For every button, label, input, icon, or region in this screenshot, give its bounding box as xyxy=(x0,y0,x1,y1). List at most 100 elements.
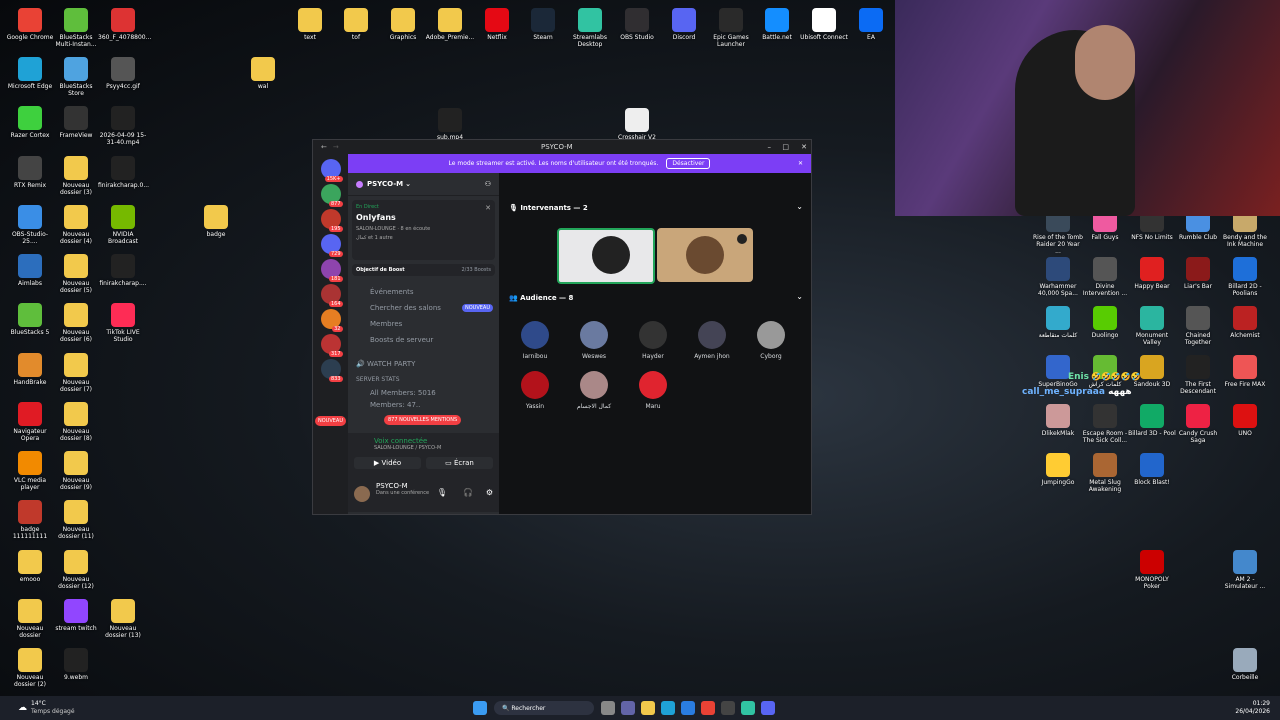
search-box[interactable]: 🔍 Rechercher xyxy=(494,701,594,715)
mic-icon[interactable]: 🎙 xyxy=(437,488,447,497)
top-icon-11[interactable]: Ubisoft Connect xyxy=(799,8,849,41)
top-icon-13[interactable]: sub.mp4 xyxy=(425,108,475,141)
right-icon-19[interactable]: Free Fire MAX xyxy=(1220,355,1270,388)
right-icon-25[interactable]: JumpingGo xyxy=(1033,453,1083,486)
audience-header[interactable]: 👥 Audience — 8 xyxy=(509,294,573,302)
chrome-icon[interactable] xyxy=(701,701,715,715)
watch-party-channel[interactable]: 🔊 WATCH PARTY xyxy=(348,356,499,372)
screen-share-button[interactable]: ▭ Écran xyxy=(426,457,493,469)
teams-icon[interactable] xyxy=(621,701,635,715)
avatar[interactable] xyxy=(354,486,370,502)
top-icon-12[interactable]: EA xyxy=(846,8,896,41)
guild-icon-1[interactable]: 877 xyxy=(320,184,343,207)
top-icon-0[interactable]: text xyxy=(285,8,335,41)
menu-events[interactable]: Événements xyxy=(348,284,499,300)
speaker-tile-1[interactable] xyxy=(557,228,655,284)
all-members-channel[interactable]: All Members: 5016 xyxy=(348,387,499,399)
audience-avatar[interactable] xyxy=(580,371,608,399)
left-icon-2[interactable]: 360_F_4078800... xyxy=(98,8,151,41)
guild-icon-0[interactable]: 15K+ xyxy=(320,159,343,182)
left-icon-7[interactable]: Razer Cortex xyxy=(5,106,55,139)
left-icon-11[interactable]: Nouveau dossier (3) xyxy=(51,156,101,196)
right-icon-27[interactable]: Block Blast! xyxy=(1127,453,1177,486)
left-icon-13[interactable]: OBS-Studio-25.... xyxy=(5,205,55,245)
left-icon-28[interactable]: Nouveau dossier (9) xyxy=(51,451,101,491)
nouveau-pill[interactable]: NOUVEAU xyxy=(315,416,346,426)
left-icon-3[interactable]: Microsoft Edge xyxy=(5,57,55,90)
clock-date[interactable]: 26/04/2026 xyxy=(1235,708,1270,716)
left-icon-0[interactable]: Google Chrome xyxy=(5,8,55,41)
left-icon-24[interactable]: Nouveau dossier (7) xyxy=(51,353,101,393)
right-icon-24[interactable]: UNO xyxy=(1220,404,1270,437)
left-icon-1[interactable]: BlueStacks Multi-Instan... xyxy=(51,8,101,48)
left-icon-27[interactable]: VLC media player xyxy=(5,451,55,491)
left-icon-36[interactable]: Nouveau dossier (2) xyxy=(5,648,55,688)
speaker-tile-2[interactable] xyxy=(657,228,753,282)
menu-server-boosts[interactable]: Boosts de serveur xyxy=(348,332,499,348)
top-icon-7[interactable]: OBS Studio xyxy=(612,8,662,41)
right-icon-28[interactable]: MONOPOLY Poker xyxy=(1127,550,1177,590)
top-icon-10[interactable]: Battle.net xyxy=(752,8,802,41)
left-icon-26[interactable]: Nouveau dossier (8) xyxy=(51,402,101,442)
top-icon-1[interactable]: tof xyxy=(331,8,381,41)
right-icon-22[interactable]: Billard 3D - Pool xyxy=(1127,404,1177,437)
left-icon-5[interactable]: Psyy4cc.gif xyxy=(98,57,148,90)
left-icon-15[interactable]: NVIDIA Broadcast xyxy=(98,205,148,245)
audience-avatar[interactable] xyxy=(639,371,667,399)
video-button[interactable]: ▶ Vidéo xyxy=(354,457,421,469)
forward-arrow-icon[interactable]: → xyxy=(333,143,339,151)
left-icon-8[interactable]: FrameView xyxy=(51,106,101,139)
right-icon-23[interactable]: Candy Crush Saga xyxy=(1173,404,1223,444)
left-icon-6[interactable]: wal xyxy=(238,57,288,90)
clock-time[interactable]: 01:29 xyxy=(1235,700,1270,708)
audience-avatar[interactable] xyxy=(580,321,608,349)
left-icon-29[interactable]: badge 111111111 xyxy=(5,500,55,540)
right-icon-26[interactable]: Metal Slug Awakening xyxy=(1080,453,1130,493)
audience-avatar[interactable] xyxy=(521,371,549,399)
right-icon-20[interactable]: DlikekMlak xyxy=(1033,404,1083,437)
right-icon-7[interactable]: Happy Bear xyxy=(1127,257,1177,290)
top-icon-14[interactable]: Crosshair V2 xyxy=(612,108,662,141)
left-icon-14[interactable]: Nouveau dossier (4) xyxy=(51,205,101,245)
obs-icon[interactable] xyxy=(721,701,735,715)
server-stats-category[interactable]: SERVER STATS xyxy=(348,372,499,387)
add-member-icon[interactable]: ⚇ xyxy=(485,180,491,188)
audience-avatar[interactable] xyxy=(639,321,667,349)
live-close-icon[interactable]: ✕ xyxy=(485,204,491,212)
left-icon-25[interactable]: Navigateur Opera xyxy=(5,402,55,442)
right-icon-21[interactable]: Escape Room - The Sick Coll... xyxy=(1080,404,1130,444)
left-icon-19[interactable]: finirakcharap.... xyxy=(98,254,148,287)
weather-icon[interactable]: ☁ xyxy=(18,703,27,713)
left-icon-17[interactable]: Aimlabs xyxy=(5,254,55,287)
menu-browse-channels[interactable]: Chercher des salons NOUVEAU xyxy=(348,300,499,316)
audience-avatar[interactable] xyxy=(521,321,549,349)
top-icon-3[interactable]: Adobe_Premie... xyxy=(425,8,475,41)
right-icon-14[interactable]: Alchemist xyxy=(1220,306,1270,339)
left-icon-34[interactable]: stream twitch xyxy=(51,599,101,632)
audience-avatar[interactable] xyxy=(698,321,726,349)
right-icon-11[interactable]: Duolingo xyxy=(1080,306,1130,339)
right-icon-12[interactable]: Monument Valley xyxy=(1127,306,1177,346)
guild-icon-4[interactable]: 181 xyxy=(320,259,343,282)
left-icon-30[interactable]: Nouveau dossier (11) xyxy=(51,500,101,540)
guild-icon-5[interactable]: 164 xyxy=(320,284,343,307)
left-icon-23[interactable]: HandBrake xyxy=(5,353,55,386)
minimize-button[interactable]: – xyxy=(768,143,772,151)
guild-icon-3[interactable]: 729 xyxy=(320,234,343,257)
guild-icon-7[interactable]: 317 xyxy=(320,334,343,357)
audience-chevron-icon[interactable]: ⌄ xyxy=(796,292,803,301)
right-icon-8[interactable]: Liar's Bar xyxy=(1173,257,1223,290)
start-button[interactable] xyxy=(473,701,487,715)
explorer-icon[interactable] xyxy=(641,701,655,715)
right-icon-13[interactable]: Chained Together xyxy=(1173,306,1223,346)
task-view-icon[interactable] xyxy=(601,701,615,715)
top-icon-4[interactable]: Netflix xyxy=(472,8,522,41)
menu-members[interactable]: Membres xyxy=(348,316,499,332)
top-icon-5[interactable]: Steam xyxy=(518,8,568,41)
left-icon-21[interactable]: Nouveau dossier (6) xyxy=(51,303,101,343)
guild-icon-8[interactable]: 833 xyxy=(320,359,343,382)
right-icon-10[interactable]: كلمات متقاطعة xyxy=(1033,306,1083,339)
guild-icon-2[interactable]: 195 xyxy=(320,209,343,232)
members-channel[interactable]: Members: 47.. xyxy=(348,399,499,411)
right-icon-5[interactable]: Warhammer 40,000 Spa... xyxy=(1033,257,1083,297)
